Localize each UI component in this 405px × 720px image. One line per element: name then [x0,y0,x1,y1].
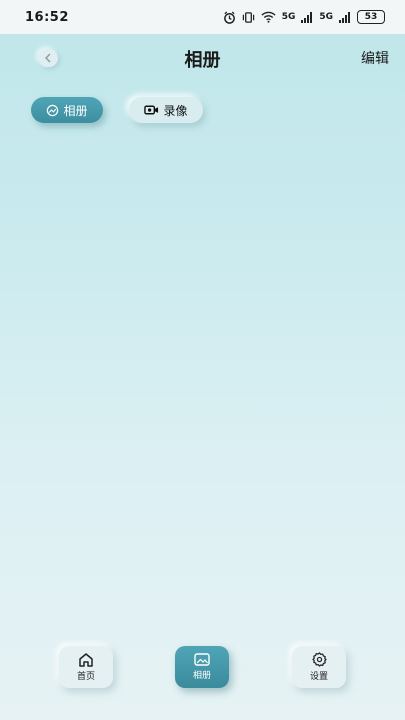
signal-icon [339,11,351,23]
wifi-icon [261,11,276,23]
nav-album-label: 相册 [192,671,211,681]
tab-album[interactable]: 相册 [31,97,103,123]
tab-video-label: 录像 [163,103,188,118]
gear-icon [311,652,327,667]
status-bar: 16:52 5G 5G 53 [0,0,405,34]
edit-button[interactable]: 编辑 [361,48,389,68]
home-icon [78,652,94,667]
album-icon [46,104,59,117]
tab-video[interactable]: 录像 [129,97,203,123]
alarm-icon [223,10,236,24]
signal-label-1: 5G [281,12,296,22]
tab-bar: 相册 录像 [31,97,203,123]
signal-label-2: 5G [319,12,333,22]
video-camera-icon [144,104,159,116]
signal-icon [301,11,313,23]
status-icons: 5G 5G 53 [223,10,385,24]
nav-home[interactable]: 首页 [59,646,113,688]
bottom-nav: 首页 相册 设置 [0,646,405,694]
nav-home-label: 首页 [76,672,95,682]
status-time: 16:52 [25,10,69,25]
page-title: 相册 [184,50,221,71]
vibrate-icon [242,11,255,24]
header: 相册 编辑 [0,34,405,82]
nav-settings-label: 设置 [309,672,328,682]
image-icon [194,653,210,666]
battery-indicator: 53 [357,10,385,24]
nav-settings[interactable]: 设置 [292,646,346,688]
nav-album[interactable]: 相册 [175,646,229,688]
tab-album-label: 相册 [63,103,88,118]
